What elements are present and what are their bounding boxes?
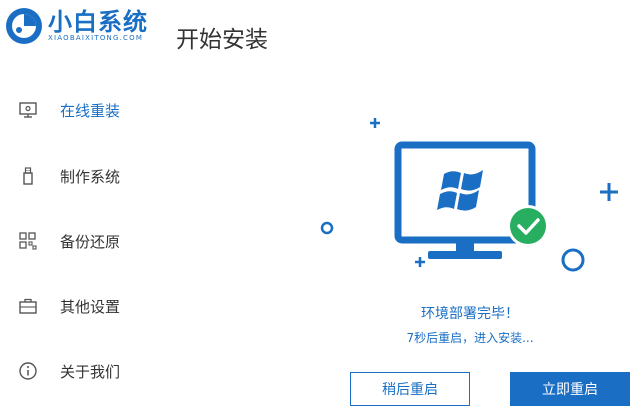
restart-now-button[interactable]: 立即重启 <box>510 372 630 406</box>
plus-icon <box>415 257 425 267</box>
monitor-icon <box>19 102 37 118</box>
sidebar-item-other-settings[interactable]: 其他设置 <box>0 286 170 326</box>
app-name: 小白系统 <box>48 8 148 36</box>
monitor-illustration-icon <box>394 141 536 259</box>
sidebar-item-online-reinstall[interactable]: 在线重装 <box>0 90 170 130</box>
page-title: 开始安装 <box>176 27 268 53</box>
sidebar-item-label: 在线重装 <box>60 102 121 120</box>
status-title: 环境部署完毕！ <box>421 306 519 322</box>
logo-icon <box>6 8 42 44</box>
sidebar-item-label: 关于我们 <box>60 363 121 381</box>
status-message: 7秒后重启，进入安装... <box>406 331 534 345</box>
backup-grid-icon <box>19 232 37 250</box>
plus-icon <box>600 183 618 201</box>
windows-logo-icon <box>437 170 483 211</box>
restart-later-button[interactable]: 稍后重启 <box>350 372 470 406</box>
info-icon <box>19 362 37 380</box>
ring-icon <box>320 221 334 235</box>
sidebar-item-label: 制作系统 <box>60 168 121 186</box>
plus-icon <box>370 118 380 128</box>
sidebar-item-backup-restore[interactable]: 备份还原 <box>0 221 170 261</box>
sidebar-item-label: 其他设置 <box>60 298 121 316</box>
install-illustration <box>320 118 618 272</box>
app-header: 小白系统 XIAOBAIXITONG.COM 开始安装 <box>0 0 642 70</box>
success-check-icon <box>507 205 549 247</box>
sidebar: 在线重装 制作系统 备份还原 其他设置 关于我们 <box>0 72 170 410</box>
sidebar-item-about-us[interactable]: 关于我们 <box>0 351 170 391</box>
usb-drive-icon <box>23 167 33 185</box>
briefcase-icon <box>19 298 37 314</box>
sidebar-item-label: 备份还原 <box>60 233 121 251</box>
ring-icon <box>561 248 585 272</box>
sidebar-item-make-system[interactable]: 制作系统 <box>0 156 170 196</box>
app-subtitle: XIAOBAIXITONG.COM <box>48 34 144 42</box>
